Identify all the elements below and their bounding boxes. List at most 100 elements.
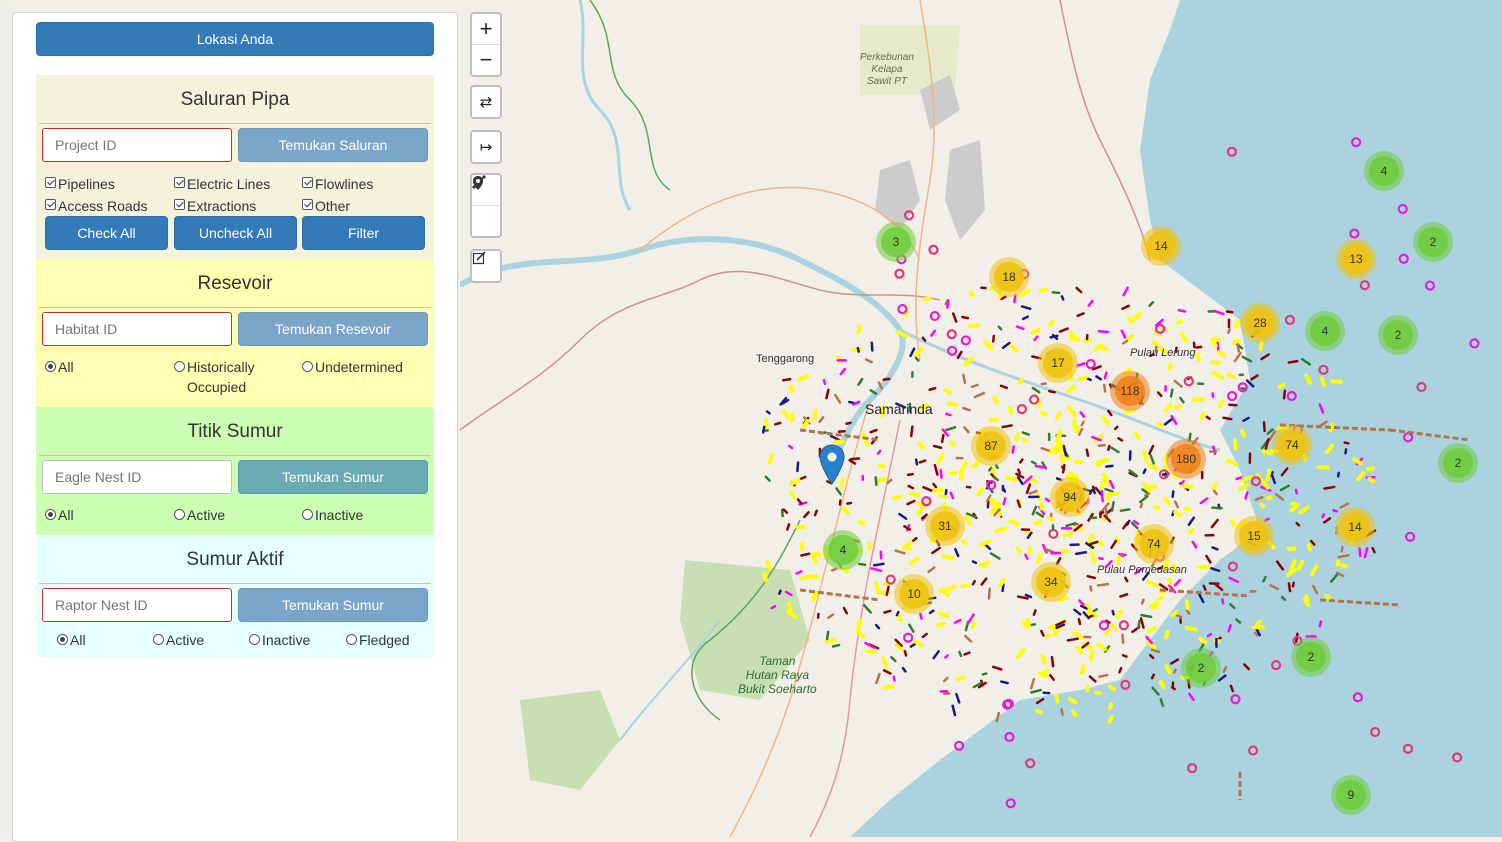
feature-segment[interactable]	[1004, 499, 1006, 505]
radio-reservoir-historically-occupied[interactable]: Historically Occupied	[174, 357, 284, 397]
feature-segment[interactable]	[837, 488, 841, 494]
feature-segment[interactable]	[891, 657, 895, 661]
feature-segment[interactable]	[1100, 542, 1102, 545]
feature-segment[interactable]	[1175, 406, 1180, 408]
cluster-marker[interactable]: 2	[1378, 315, 1418, 355]
feature-segment[interactable]	[1041, 631, 1043, 636]
feature-segment[interactable]	[1175, 502, 1178, 507]
feature-segment[interactable]	[1062, 551, 1067, 552]
feature-segment[interactable]	[1346, 449, 1347, 453]
feature-segment[interactable]	[1060, 329, 1068, 332]
feature-ring[interactable]	[1418, 383, 1426, 391]
feature-segment[interactable]	[784, 412, 788, 418]
feature-segment[interactable]	[918, 507, 922, 514]
feature-segment[interactable]	[1118, 558, 1119, 563]
feature-segment[interactable]	[1263, 577, 1265, 581]
feature-segment[interactable]	[1345, 443, 1349, 444]
feature-segment[interactable]	[1023, 317, 1028, 319]
checkbox-icon[interactable]	[302, 177, 313, 188]
feature-segment[interactable]	[949, 403, 956, 405]
feature-segment[interactable]	[841, 369, 845, 374]
feature-segment[interactable]	[766, 477, 770, 481]
cluster-marker[interactable]: 13	[1336, 239, 1376, 279]
feature-segment[interactable]	[1121, 509, 1130, 510]
feature-segment[interactable]	[1212, 520, 1218, 527]
feature-segment[interactable]	[1148, 628, 1154, 631]
feature-segment[interactable]	[1076, 552, 1086, 554]
feature-segment[interactable]	[959, 652, 961, 656]
feature-segment[interactable]	[884, 611, 890, 613]
feature-segment[interactable]	[934, 446, 941, 448]
feature-ring[interactable]	[1470, 339, 1478, 347]
feature-segment[interactable]	[1098, 584, 1108, 585]
feature-segment[interactable]	[1368, 468, 1373, 469]
radio-icon[interactable]	[45, 509, 56, 520]
feature-segment[interactable]	[1150, 655, 1153, 658]
feature-segment[interactable]	[1247, 381, 1253, 387]
feature-segment[interactable]	[1251, 376, 1257, 380]
feature-segment[interactable]	[1150, 487, 1156, 488]
feature-segment[interactable]	[1023, 623, 1026, 626]
feature-segment[interactable]	[1033, 388, 1039, 392]
feature-segment[interactable]	[1244, 665, 1249, 669]
feature-segment[interactable]	[1100, 346, 1107, 349]
feature-segment[interactable]	[1088, 576, 1095, 578]
feature-segment[interactable]	[1189, 518, 1194, 525]
feature-segment[interactable]	[955, 620, 960, 623]
feature-segment[interactable]	[1187, 628, 1196, 630]
feature-segment[interactable]	[1240, 485, 1248, 489]
feature-segment[interactable]	[953, 314, 956, 322]
feature-segment[interactable]	[1282, 469, 1287, 476]
feature-segment[interactable]	[982, 579, 987, 585]
feature-segment[interactable]	[1074, 632, 1082, 636]
feature-segment[interactable]	[975, 393, 984, 397]
feature-segment[interactable]	[933, 484, 936, 487]
feature-segment[interactable]	[824, 380, 825, 384]
feature-segment[interactable]	[1097, 376, 1101, 379]
feature-segment[interactable]	[1224, 667, 1226, 672]
feature-segment[interactable]	[1103, 418, 1108, 423]
feature-segment[interactable]	[813, 557, 815, 562]
feature-segment[interactable]	[1099, 445, 1105, 446]
feature-segment[interactable]	[1052, 657, 1053, 666]
cluster-marker[interactable]: 10	[894, 574, 934, 614]
feature-segment[interactable]	[779, 591, 780, 594]
feature-segment[interactable]	[1174, 670, 1175, 673]
feature-segment[interactable]	[1235, 440, 1236, 448]
feature-segment[interactable]	[1149, 465, 1157, 469]
radio-reservoir-all[interactable]: All	[45, 357, 74, 377]
feature-segment[interactable]	[1123, 655, 1126, 656]
feature-segment[interactable]	[1365, 548, 1367, 557]
feature-segment[interactable]	[1020, 380, 1022, 383]
feature-segment[interactable]	[1166, 666, 1169, 672]
feature-segment[interactable]	[897, 612, 899, 615]
feature-segment[interactable]	[1110, 717, 1112, 722]
feature-segment[interactable]	[798, 499, 801, 503]
feature-segment[interactable]	[1110, 704, 1111, 708]
feature-segment[interactable]	[1104, 385, 1105, 391]
feature-segment[interactable]	[1125, 578, 1127, 581]
feature-segment[interactable]	[1017, 327, 1023, 329]
feature-segment[interactable]	[1016, 434, 1018, 439]
feature-segment[interactable]	[826, 390, 828, 398]
feature-segment[interactable]	[770, 455, 772, 462]
feature-segment[interactable]	[916, 358, 918, 361]
feature-segment[interactable]	[1261, 342, 1262, 349]
feature-segment[interactable]	[1173, 491, 1174, 496]
feature-segment[interactable]	[1289, 361, 1297, 362]
feature-segment[interactable]	[1110, 687, 1114, 690]
feature-segment[interactable]	[1246, 492, 1248, 498]
feature-segment[interactable]	[911, 494, 919, 496]
feature-segment[interactable]	[1001, 297, 1005, 299]
feature-segment[interactable]	[934, 651, 939, 658]
feature-segment[interactable]	[1032, 480, 1036, 482]
feature-segment[interactable]	[1134, 314, 1140, 319]
radio-icon[interactable]	[153, 634, 164, 645]
feature-segment[interactable]	[1134, 521, 1138, 524]
feature-segment[interactable]	[915, 642, 922, 646]
cluster-marker[interactable]: 2	[1181, 648, 1221, 688]
radio-icon[interactable]	[249, 634, 260, 645]
feature-segment[interactable]	[1123, 341, 1127, 343]
feature-segment[interactable]	[1079, 619, 1080, 624]
feature-segment[interactable]	[1124, 288, 1128, 295]
